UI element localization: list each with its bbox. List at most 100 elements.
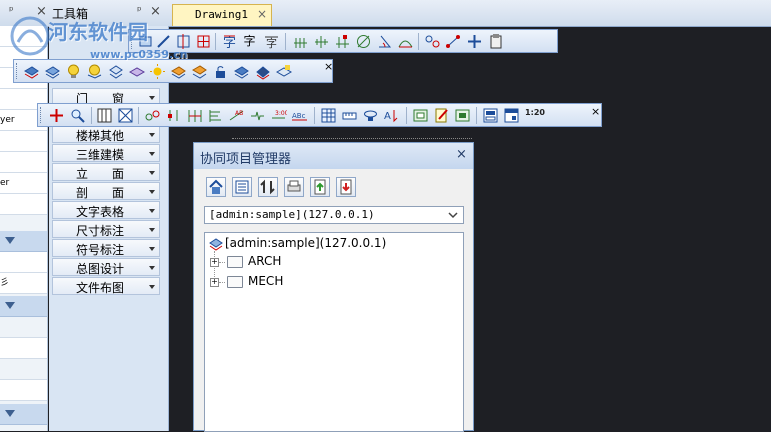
column-axis-icon[interactable] <box>334 33 351 50</box>
dimension-align-icon[interactable] <box>207 107 224 124</box>
layer-freeze-icon[interactable] <box>107 63 124 80</box>
property-row[interactable] <box>0 252 47 273</box>
server-select[interactable]: [admin:sample](127.0.0.1) <box>204 206 464 224</box>
text-style-icon[interactable]: 字 <box>263 33 280 50</box>
text-edit-icon[interactable]: 字 <box>221 33 238 50</box>
axis-grid-icon[interactable] <box>292 33 309 50</box>
expand-icon[interactable]: + <box>210 258 219 267</box>
toolbar-separator <box>418 33 419 50</box>
tree-node-mech[interactable]: MECH <box>248 274 283 288</box>
lock-icon[interactable] <box>212 63 229 80</box>
move-icon[interactable] <box>466 33 483 50</box>
dialog-title-bar[interactable]: 协同项目管理器 × <box>194 143 473 169</box>
toolbar-separator <box>215 33 216 50</box>
property-row[interactable] <box>0 194 47 215</box>
upload-project-icon[interactable] <box>206 177 226 197</box>
point-icon[interactable] <box>48 107 65 124</box>
layer-color-icon[interactable] <box>170 63 187 80</box>
close-icon[interactable]: × <box>257 7 267 21</box>
layer-isolate-icon[interactable] <box>128 63 145 80</box>
text-label-icon[interactable]: ABc <box>291 107 308 124</box>
menu-item-dimensions[interactable]: 尺寸标注 <box>52 220 160 238</box>
grid-rect-icon[interactable] <box>195 33 212 50</box>
check-out-icon[interactable] <box>336 177 356 197</box>
light-bulb-icon[interactable] <box>65 63 82 80</box>
circle-tool-icon[interactable] <box>355 33 372 50</box>
menu-item-elevation[interactable]: 立 面 <box>52 163 160 181</box>
sheet-icon[interactable] <box>412 107 429 124</box>
layer-list-icon[interactable] <box>275 63 292 80</box>
list-view-icon[interactable] <box>232 177 252 197</box>
frame-icon[interactable] <box>117 107 134 124</box>
link-icon[interactable] <box>424 33 441 50</box>
menu-item-site-plan[interactable]: 总图设计 <box>52 258 160 276</box>
layout-page-icon[interactable] <box>482 107 499 124</box>
chevron-down-icon <box>149 266 155 270</box>
menu-item-symbols[interactable]: 符号标注 <box>52 239 160 257</box>
sun-icon[interactable] <box>149 63 166 80</box>
print-icon[interactable] <box>284 177 304 197</box>
layer-unlock-icon[interactable] <box>254 63 271 80</box>
dimension-vertical-icon[interactable] <box>165 107 182 124</box>
property-row[interactable] <box>0 338 47 359</box>
property-row[interactable]: 彡 <box>0 273 47 294</box>
close-icon[interactable]: × <box>456 147 467 162</box>
dimension-text-icon[interactable]: AB <box>228 107 245 124</box>
menu-item-text-tables[interactable]: 文字表格 <box>52 201 160 219</box>
stamp-icon[interactable] <box>362 107 379 124</box>
property-row[interactable] <box>0 317 47 338</box>
tree-node-arch[interactable]: ARCH <box>248 254 281 268</box>
zoom-icon[interactable] <box>69 107 86 124</box>
property-group-header[interactable] <box>0 231 47 252</box>
clipboard-icon[interactable] <box>487 33 504 50</box>
tree-root-label[interactable]: [admin:sample](127.0.0.1) <box>225 236 386 250</box>
window-icon[interactable] <box>503 107 520 124</box>
property-row[interactable] <box>0 380 47 401</box>
dimension-chain-icon[interactable] <box>186 107 203 124</box>
layout-grid-icon[interactable] <box>320 107 337 124</box>
property-text: yer <box>0 115 15 125</box>
menu-item-file-layout[interactable]: 文件布图 <box>52 277 160 295</box>
table-icon[interactable] <box>96 107 113 124</box>
note-edit-icon[interactable] <box>433 107 450 124</box>
menu-item-section[interactable]: 剖 面 <box>52 182 160 200</box>
layer-lock-icon[interactable] <box>233 63 250 80</box>
tree-line <box>219 282 225 283</box>
break-line-icon[interactable] <box>249 107 266 124</box>
axis-dim-icon[interactable] <box>313 33 330 50</box>
arc-dim-icon[interactable] <box>397 33 414 50</box>
node-edit-icon[interactable] <box>445 33 462 50</box>
check-in-icon[interactable] <box>310 177 330 197</box>
close-icon[interactable]: × <box>591 105 600 118</box>
properties-panel: yer er 彡 <box>0 26 48 431</box>
scale-icon[interactable]: 1:20 <box>524 107 546 124</box>
toolbar-grip[interactable] <box>40 107 44 123</box>
viewport-icon[interactable] <box>454 107 471 124</box>
property-group-header[interactable] <box>0 296 47 317</box>
sync-icon[interactable] <box>258 177 278 197</box>
svg-text:字: 字 <box>266 36 277 50</box>
menu-item-3d-modeling[interactable]: 三维建模 <box>52 144 160 162</box>
chevron-down-icon <box>149 171 155 175</box>
menu-item-stairs-other[interactable]: 楼梯其他 <box>52 125 160 143</box>
folder-icon <box>227 276 243 288</box>
ruler-icon[interactable] <box>341 107 358 124</box>
text-icon[interactable]: 字 <box>241 33 258 50</box>
layer-bulb-icon[interactable] <box>86 63 103 80</box>
text-arrow-icon[interactable]: A <box>383 107 400 124</box>
project-tree[interactable]: [admin:sample](127.0.0.1) + ARCH + MECH <box>204 232 464 432</box>
close-icon[interactable]: × <box>150 4 161 19</box>
elevation-mark-icon[interactable]: 3:00 <box>270 107 287 124</box>
property-row[interactable]: er <box>0 173 47 194</box>
property-row[interactable] <box>0 131 47 152</box>
expand-icon[interactable]: + <box>210 278 219 287</box>
close-icon[interactable]: × <box>324 60 333 73</box>
property-row[interactable] <box>0 152 47 173</box>
toolbar-separator <box>476 107 477 124</box>
property-row[interactable] <box>0 359 47 380</box>
angle-tool-icon[interactable] <box>376 33 393 50</box>
dimension-link-icon[interactable] <box>144 107 161 124</box>
property-group-header[interactable] <box>0 404 47 425</box>
layer-merge-icon[interactable] <box>191 63 208 80</box>
tab-drawing1[interactable]: Drawing1 × <box>172 4 272 26</box>
